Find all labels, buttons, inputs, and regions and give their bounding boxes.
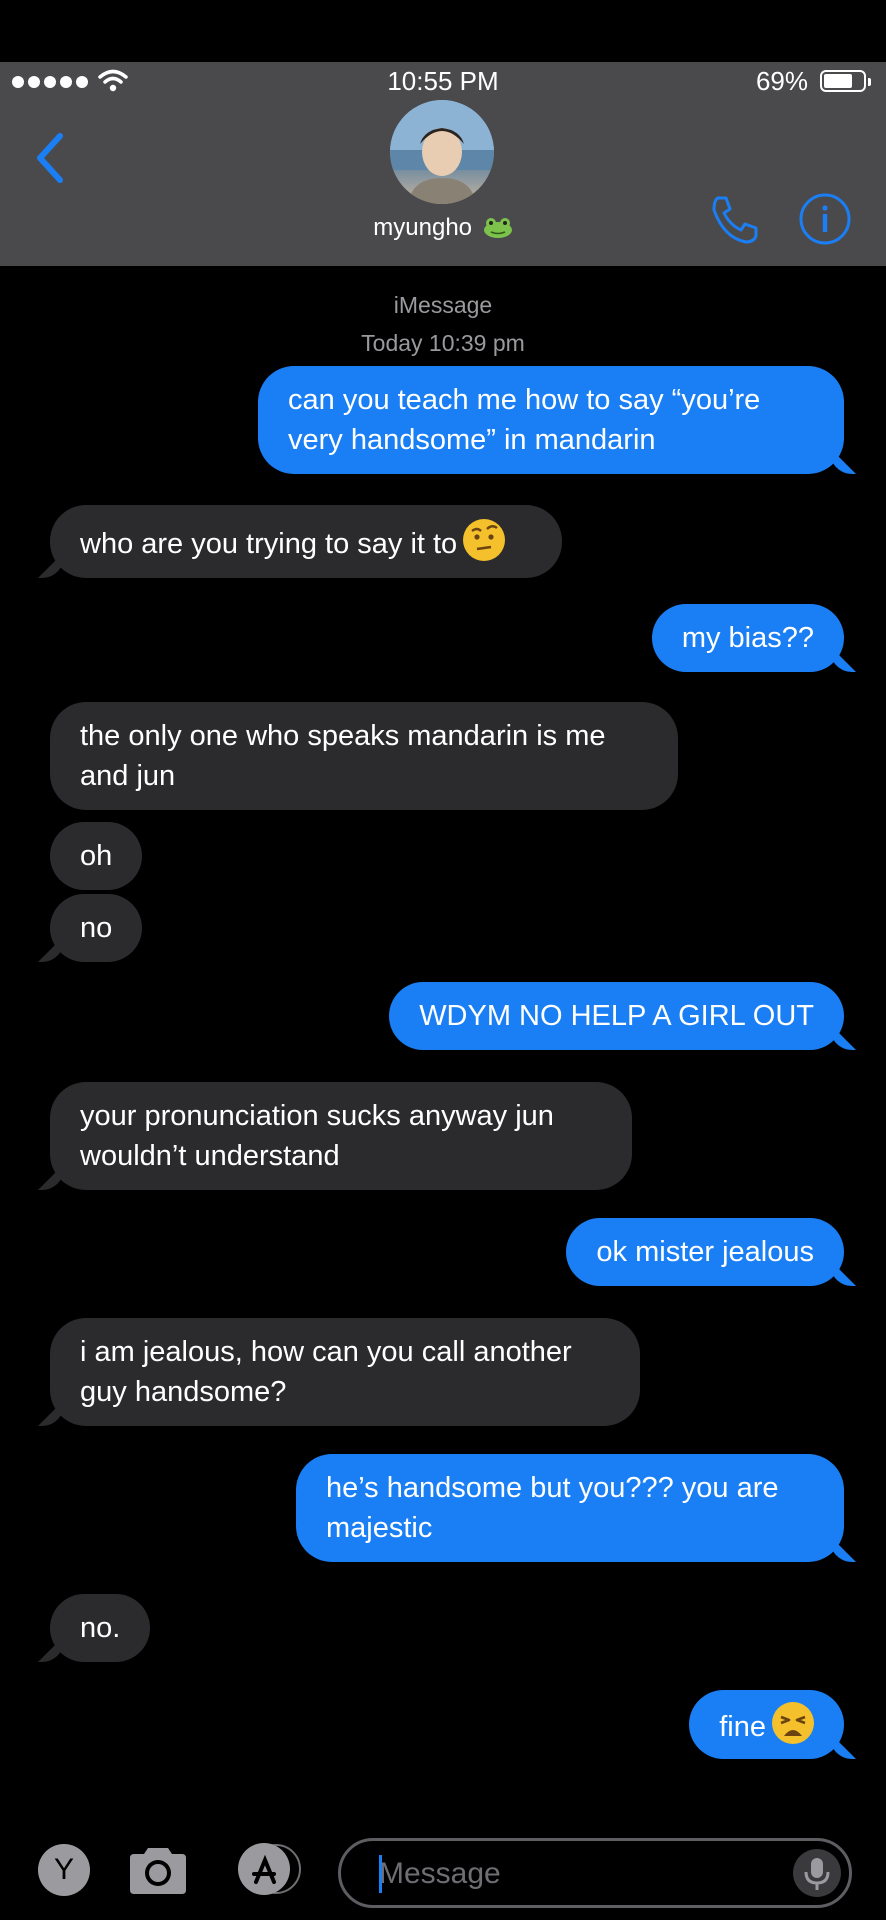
frog-emoji-icon [483, 218, 512, 238]
message-bubble-sent[interactable]: he’s handsome but you??? you are majesti… [296, 1454, 844, 1562]
battery-icon [820, 70, 871, 92]
message-text: majestic [326, 1512, 433, 1544]
message-bubble-received[interactable]: i am jealous, how can you call another g… [50, 1318, 640, 1426]
raised-eyebrow-emoji-icon [463, 519, 506, 561]
message-text: can you teach me how to say “you’re [288, 384, 761, 416]
message-bubble-sent[interactable]: WDYM NO HELP A GIRL OUT [389, 982, 844, 1050]
text-cursor [379, 1855, 382, 1893]
message-input-field[interactable] [338, 1838, 852, 1908]
service-label: iMessage [393, 292, 493, 318]
contact-name-text: myungho [373, 214, 473, 241]
message-bubble-sent[interactable]: ok mister jealous [566, 1218, 844, 1286]
messages-screen: 10:55 PM 69% myungho iMessage Today 10:3… [0, 0, 886, 1920]
conversation-timestamp: Today 10:39 pm [361, 330, 525, 356]
message-input[interactable] [377, 1851, 781, 1897]
message-bubble-received[interactable]: who are you trying to say it to [50, 505, 562, 578]
back-chevron-icon[interactable] [30, 128, 70, 188]
camera-icon[interactable] [126, 1844, 190, 1896]
message-text: guy handsome? [80, 1376, 287, 1408]
conversation-header: 10:55 PM 69% myungho [0, 62, 886, 266]
compose-bar: Y [0, 1816, 886, 1920]
message-text: WDYM NO HELP A GIRL OUT [419, 1000, 814, 1032]
message-text: fine [719, 1711, 766, 1743]
message-bubble-received[interactable]: the only one who speaks mandarin is me a… [50, 702, 678, 810]
tired-face-emoji-icon [772, 1702, 814, 1744]
message-bubble-received[interactable]: no. [50, 1594, 151, 1662]
status-bar: 10:55 PM 69% [0, 62, 886, 102]
message-bubble-received[interactable]: no [50, 894, 143, 962]
message-text: my bias?? [681, 622, 814, 654]
message-text: he’s handsome but you??? you are [326, 1472, 779, 1504]
info-icon[interactable] [798, 192, 852, 246]
app-shortcut-button[interactable]: Y [38, 1844, 90, 1896]
message-text: i am jealous, how can you call another [80, 1336, 572, 1368]
contact-avatar[interactable] [390, 100, 494, 204]
microphone-icon [804, 1858, 830, 1890]
app-shortcut-label: Y [53, 1853, 74, 1886]
message-text: the only one who speaks mandarin is me [80, 720, 606, 752]
phone-icon[interactable] [706, 192, 762, 248]
message-text: oh [80, 840, 113, 872]
microphone-button[interactable] [793, 1849, 841, 1897]
message-bubble-sent[interactable]: my bias?? [651, 604, 844, 672]
message-text: and jun [80, 760, 176, 792]
message-bubble-sent[interactable]: can you teach me how to say “you’re very… [258, 366, 844, 474]
message-text: no. [80, 1612, 121, 1644]
message-text: very handsome” in mandarin [288, 424, 656, 456]
message-text: who are you trying to say it to [80, 528, 458, 560]
message-bubble-received[interactable]: oh [50, 822, 143, 890]
message-bubble-sent[interactable]: fine [689, 1690, 844, 1759]
status-time: 10:55 PM [387, 66, 499, 96]
battery-percentage: 69% [755, 66, 808, 96]
message-text: your pronunciation sucks anyway jun [80, 1100, 554, 1132]
message-text: ok mister jealous [596, 1236, 814, 1268]
message-bubble-received[interactable]: your pronunciation sucks anyway jun woul… [50, 1082, 632, 1190]
message-text: wouldn’t understand [80, 1140, 340, 1172]
message-text: no [80, 912, 113, 944]
app-store-icon[interactable] [232, 1842, 306, 1896]
